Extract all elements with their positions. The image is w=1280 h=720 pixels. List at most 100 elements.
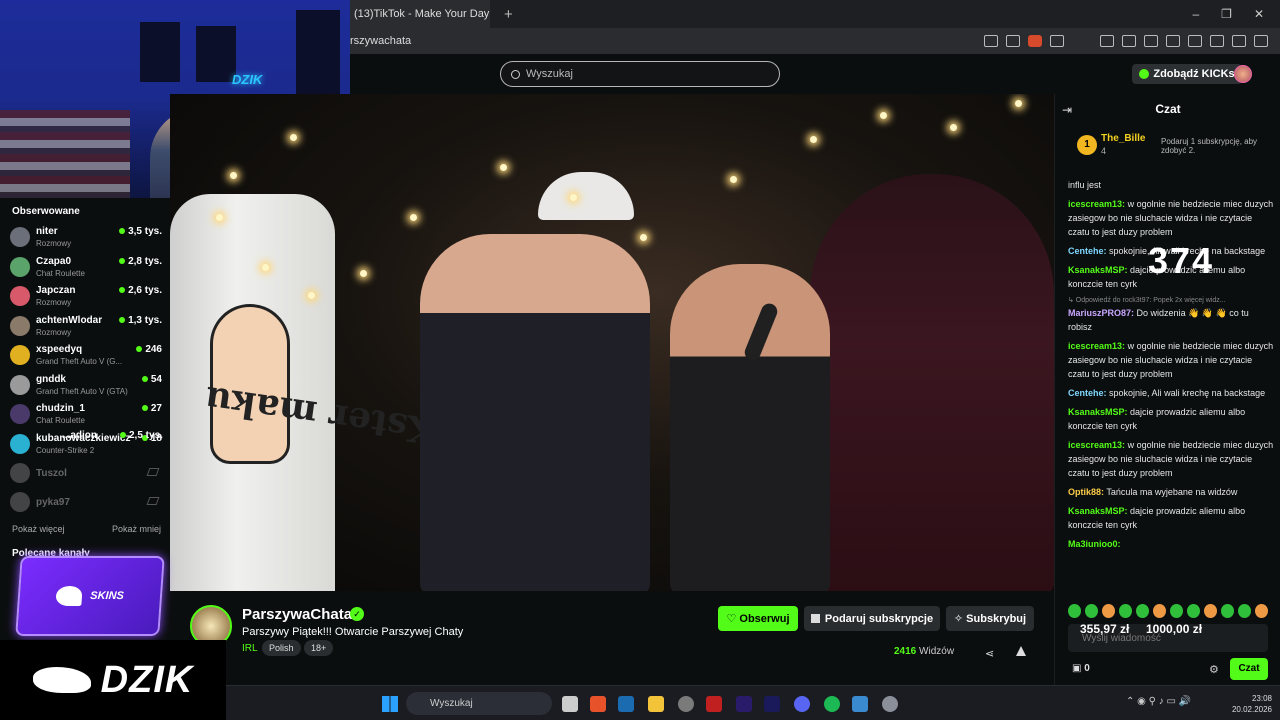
leo-icon[interactable] bbox=[1210, 35, 1224, 47]
chat-text: Tańcula ma wyjebane na widzów bbox=[1106, 487, 1238, 497]
tag-language[interactable]: Polish bbox=[262, 640, 301, 656]
chat-username[interactable]: Centehe: bbox=[1068, 246, 1107, 256]
url-field[interactable]: rszywachata bbox=[350, 35, 411, 47]
sidebar-channel-czapa0[interactable]: Czapa0 Chat Roulette 2,8 tys. bbox=[10, 254, 162, 282]
emote-icon[interactable] bbox=[1085, 604, 1098, 618]
new-tab-button[interactable]: + bbox=[504, 6, 513, 23]
vpn-icon[interactable] bbox=[1232, 35, 1246, 47]
sidebar-channel-xspeedyq[interactable]: xspeedyq Grand Theft Auto V (G... 246 bbox=[10, 342, 162, 370]
emote-bar bbox=[1068, 604, 1268, 618]
emote-icon[interactable] bbox=[1102, 604, 1115, 618]
system-tray[interactable]: ⌃ ◉ ⚲ ♪ ▭ 🔊 bbox=[1126, 696, 1191, 707]
channel-name: niter bbox=[36, 226, 58, 237]
tag-age[interactable]: 18+ bbox=[304, 640, 334, 656]
discord-icon[interactable] bbox=[794, 696, 810, 712]
viewers-value: 2,6 tys. bbox=[128, 285, 162, 296]
emote-icon[interactable] bbox=[1136, 604, 1149, 618]
minimize-button[interactable]: – bbox=[1192, 7, 1199, 21]
channel-viewers: 246 bbox=[136, 344, 162, 355]
emote-icon[interactable] bbox=[1119, 604, 1132, 618]
get-kicks-button[interactable]: Zdobądź KICKs bbox=[1132, 64, 1242, 84]
app-icon[interactable] bbox=[706, 696, 722, 712]
sidebar-channel-japczan[interactable]: Japczan Rozmowy 2,6 tys. bbox=[10, 283, 162, 311]
emote-icon[interactable] bbox=[1238, 604, 1251, 618]
channel-avatar bbox=[10, 286, 30, 306]
chat-username[interactable]: MariuszPRO87: bbox=[1068, 308, 1134, 318]
emote-icon[interactable] bbox=[1170, 604, 1183, 618]
sidebar-channel-niter[interactable]: niter Rozmowy 3,5 tys. bbox=[10, 224, 162, 252]
subscribe-button[interactable]: ✧ Subskrybuj bbox=[946, 606, 1034, 631]
sidebar-channel-tuszol[interactable]: Tuszol bbox=[10, 460, 162, 488]
kicks-balance[interactable]: ▣ 0 bbox=[1072, 663, 1090, 674]
maximize-button[interactable]: ❐ bbox=[1221, 7, 1232, 21]
user-avatar[interactable] bbox=[1234, 65, 1252, 83]
photos-icon[interactable] bbox=[852, 696, 868, 712]
chat-username[interactable]: icescream13: bbox=[1068, 199, 1125, 209]
live-dot-icon bbox=[136, 346, 143, 352]
chat-username[interactable]: KsanaksMSP: bbox=[1068, 407, 1128, 417]
pinned-user[interactable]: The_Bille bbox=[1101, 133, 1145, 144]
browser-tab[interactable]: (13)TikTok - Make Your Day bbox=[350, 0, 490, 28]
show-more-link[interactable]: Pokaż więcej bbox=[12, 524, 65, 534]
send-chat-button[interactable]: Czat bbox=[1230, 658, 1268, 680]
sidebar-icon[interactable] bbox=[1166, 35, 1180, 47]
emote-icon[interactable] bbox=[1187, 604, 1200, 618]
settings-icon[interactable] bbox=[882, 696, 898, 712]
string-light bbox=[290, 134, 297, 141]
emote-icon[interactable] bbox=[1068, 604, 1081, 618]
search-input[interactable]: Wyszukaj bbox=[500, 61, 780, 87]
taskbar-search[interactable]: Wyszukaj bbox=[406, 692, 552, 715]
spotify-icon[interactable] bbox=[824, 696, 840, 712]
task-view-icon[interactable] bbox=[562, 696, 578, 712]
screenshot-icon[interactable] bbox=[1122, 35, 1136, 47]
sidebar-channel-pyka97[interactable]: pyka97 bbox=[10, 489, 162, 517]
video-player[interactable]: Kster maku bbox=[170, 94, 1054, 591]
show-less-link[interactable]: Pokaż mniej bbox=[112, 524, 161, 534]
chat-username[interactable]: Centehe: bbox=[1068, 388, 1107, 398]
brave-icon[interactable] bbox=[590, 696, 606, 712]
menu-icon[interactable] bbox=[1254, 35, 1268, 47]
wallet-icon[interactable] bbox=[1188, 35, 1202, 47]
chat-username[interactable]: Optik88: bbox=[1068, 487, 1104, 497]
sidebar-channel-chudzin_1[interactable]: chudzin_1 Chat Roulette 27 bbox=[10, 401, 162, 429]
steam-icon[interactable] bbox=[618, 696, 634, 712]
sidebar-channel-gnddk[interactable]: gnddk Grand Theft Auto V (GTA) 54 bbox=[10, 372, 162, 400]
chat-username[interactable]: KsanaksMSP: bbox=[1068, 265, 1128, 275]
viewers-value: 54 bbox=[150, 373, 162, 385]
sidebar-title: Obserwowane bbox=[12, 206, 80, 217]
folder-icon[interactable] bbox=[648, 696, 664, 712]
premiere-icon[interactable] bbox=[736, 696, 752, 712]
collapse-chat-icon[interactable]: ⇥ bbox=[1062, 103, 1072, 117]
emote-icon[interactable] bbox=[1153, 604, 1166, 618]
media-icon[interactable] bbox=[1144, 35, 1158, 47]
emote-icon[interactable] bbox=[1255, 604, 1268, 618]
chat-username[interactable]: Ma3iunioo0: bbox=[1068, 539, 1121, 549]
obs-icon[interactable] bbox=[678, 696, 694, 712]
chat-username[interactable]: icescream13: bbox=[1068, 440, 1125, 450]
mute-icon[interactable] bbox=[984, 35, 998, 47]
sidebar-channel-achtenwlodar[interactable]: achtenWlodar Rozmowy 1,3 tys. bbox=[10, 313, 162, 341]
pinned-count: 4 bbox=[1101, 146, 1107, 156]
extensions-icon[interactable] bbox=[1100, 35, 1114, 47]
recommended-channel-name[interactable]: ...adion bbox=[62, 430, 97, 441]
channel-name[interactable]: ParszywaChata bbox=[242, 606, 352, 623]
stream-category[interactable]: IRL bbox=[242, 643, 258, 654]
chat-username[interactable]: KsanaksMSP: bbox=[1068, 506, 1128, 516]
start-icon[interactable] bbox=[382, 696, 398, 712]
follow-button[interactable]: ♡ Obserwuj bbox=[718, 606, 798, 631]
share-icon[interactable]: ⋖ bbox=[985, 647, 994, 660]
after-effects-icon[interactable] bbox=[764, 696, 780, 712]
live-dot-icon bbox=[120, 432, 126, 438]
rewards-icon[interactable] bbox=[1050, 35, 1064, 47]
string-light bbox=[216, 214, 223, 221]
brave-shield-icon[interactable] bbox=[1028, 35, 1042, 47]
donation-goal: 1000,00 zł bbox=[1146, 622, 1203, 636]
gear-icon[interactable]: ⚙ bbox=[1209, 663, 1219, 676]
emote-icon[interactable] bbox=[1204, 604, 1217, 618]
emote-icon[interactable] bbox=[1221, 604, 1234, 618]
chat-username[interactable]: icescream13: bbox=[1068, 341, 1125, 351]
share-icon[interactable] bbox=[1006, 35, 1020, 47]
gift-subs-button[interactable]: Podaruj subskrypcje bbox=[804, 606, 940, 631]
close-button[interactable]: ✕ bbox=[1254, 7, 1264, 21]
warning-icon[interactable] bbox=[1016, 646, 1026, 656]
